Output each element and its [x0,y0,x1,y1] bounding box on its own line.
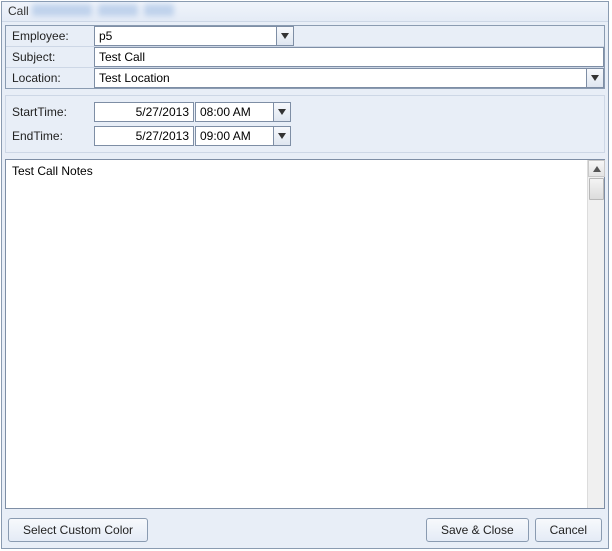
employee-value[interactable]: p5 [94,26,276,46]
header-fields: Employee: p5 Subject: Location: Test Loc… [5,25,605,89]
time-fields: StartTime: 08:00 AM EndTime: 09:00 AM [5,95,605,153]
starttime-date[interactable] [94,102,194,122]
subject-input[interactable] [94,47,604,67]
notes-textarea[interactable] [6,160,587,508]
background-blur [32,4,232,18]
subject-label: Subject: [6,47,94,67]
select-custom-color-button[interactable]: Select Custom Color [8,518,148,542]
employee-dropdown-btn[interactable] [276,26,294,46]
call-dialog: Call Employee: p5 Subject: Locati [1,1,609,549]
scroll-up-arrow[interactable] [588,160,605,177]
employee-label: Employee: [6,26,94,46]
starttime-time[interactable]: 08:00 AM [195,102,273,122]
endtime-dropdown-btn[interactable] [273,126,291,146]
location-dropdown-btn[interactable] [586,68,604,88]
endtime-label: EndTime: [12,129,94,143]
location-value[interactable]: Test Location [94,68,586,88]
title-bar: Call [2,2,608,22]
starttime-dropdown-btn[interactable] [273,102,291,122]
employee-combo[interactable]: p5 [94,26,294,46]
starttime-time-combo[interactable]: 08:00 AM [195,102,291,122]
location-combo[interactable]: Test Location [94,68,604,88]
scroll-thumb[interactable] [589,178,604,200]
location-label: Location: [6,68,94,88]
save-close-button[interactable]: Save & Close [426,518,529,542]
notes-scrollbar[interactable] [587,160,604,508]
cancel-button[interactable]: Cancel [535,518,602,542]
notes-area [5,159,605,509]
endtime-time-combo[interactable]: 09:00 AM [195,126,291,146]
button-bar: Select Custom Color Save & Close Cancel [2,512,608,548]
endtime-time[interactable]: 09:00 AM [195,126,273,146]
window-title: Call [8,4,29,18]
starttime-label: StartTime: [12,105,94,119]
endtime-date[interactable] [94,126,194,146]
